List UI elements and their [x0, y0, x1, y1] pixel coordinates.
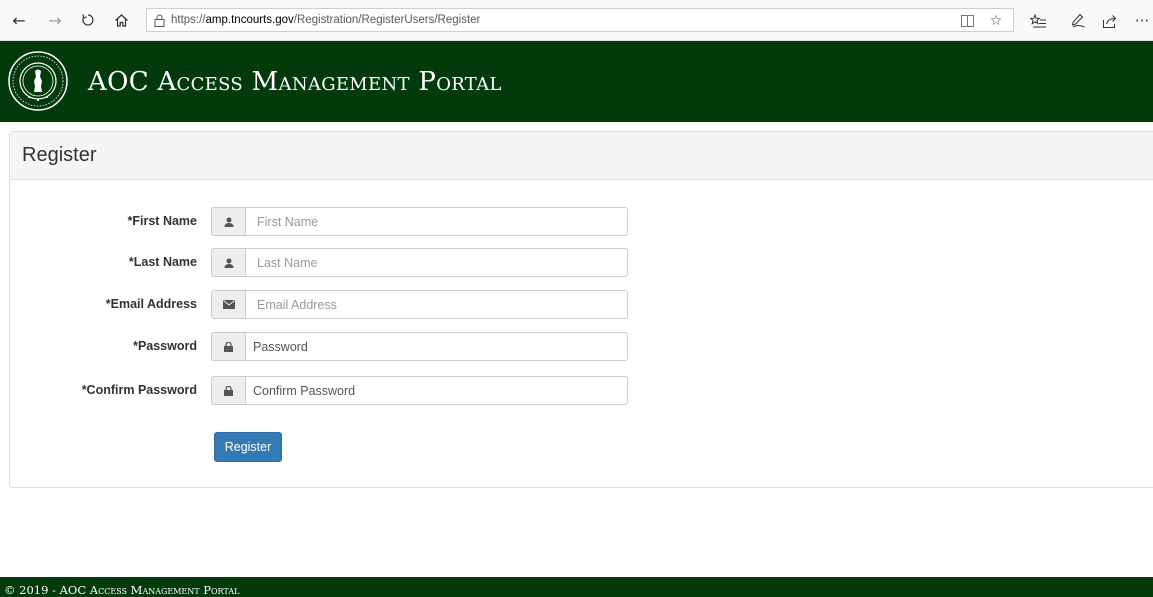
reading-view-icon[interactable] [958, 12, 976, 30]
email-input[interactable] [245, 290, 628, 319]
email-label: *Email Address [105, 297, 197, 311]
user-icon [211, 248, 245, 277]
envelope-icon [211, 290, 245, 319]
address-bar[interactable]: https://amp.tncourts.gov/Registration/Re… [146, 8, 1014, 32]
register-button[interactable]: Register [214, 432, 282, 462]
password-input[interactable] [245, 332, 628, 361]
more-icon[interactable]: ··· [1131, 10, 1153, 32]
last-name-row: *Last Name [10, 248, 1010, 277]
back-icon[interactable]: ← [9, 10, 29, 30]
pen-icon[interactable] [1067, 10, 1089, 32]
favorites-list-icon[interactable] [1027, 10, 1049, 32]
home-icon[interactable] [111, 10, 131, 30]
url-path: /Registration/RegisterUsers/Register [293, 14, 481, 26]
lock-icon [147, 9, 171, 31]
register-panel: Register *First Name *Last Name *Email A… [9, 131, 1153, 488]
first-name-label: *First Name [127, 214, 197, 228]
footer-copyright: © 2019 - AOC Access Management Portal [4, 583, 240, 597]
url-host: amp.tncourts.gov [205, 14, 294, 26]
user-icon [211, 207, 245, 236]
site-header: AOC Access Management Portal [0, 41, 1153, 122]
first-name-input[interactable] [245, 207, 628, 236]
favorite-star-icon[interactable]: ☆ [987, 12, 1005, 30]
last-name-label: *Last Name [128, 255, 197, 269]
confirm-password-input[interactable] [245, 376, 628, 405]
password-row: *Password [10, 332, 1010, 361]
panel-title: Register [22, 144, 97, 166]
password-label: *Password [133, 339, 197, 353]
browser-toolbar: ← → https://amp.tncourts.gov/Registratio… [0, 0, 1153, 41]
panel-heading: Register [10, 132, 1153, 180]
site-footer: © 2019 - AOC Access Management Portal [0, 577, 1153, 597]
confirm-password-label: *Confirm Password [81, 383, 197, 397]
lock-icon [211, 376, 245, 405]
site-title: AOC Access Management Portal [88, 67, 502, 97]
last-name-input[interactable] [245, 248, 628, 277]
confirm-password-row: *Confirm Password [10, 376, 1010, 405]
email-row: *Email Address [10, 290, 1010, 319]
url-text: https://amp.tncourts.gov/Registration/Re… [171, 14, 480, 26]
first-name-row: *First Name [10, 207, 1010, 236]
url-scheme: https:// [171, 14, 206, 26]
share-icon[interactable] [1099, 10, 1121, 32]
lock-icon [211, 332, 245, 361]
tennessee-seal-icon [8, 51, 68, 111]
forward-icon[interactable]: → [45, 10, 65, 30]
refresh-icon[interactable] [78, 10, 98, 30]
